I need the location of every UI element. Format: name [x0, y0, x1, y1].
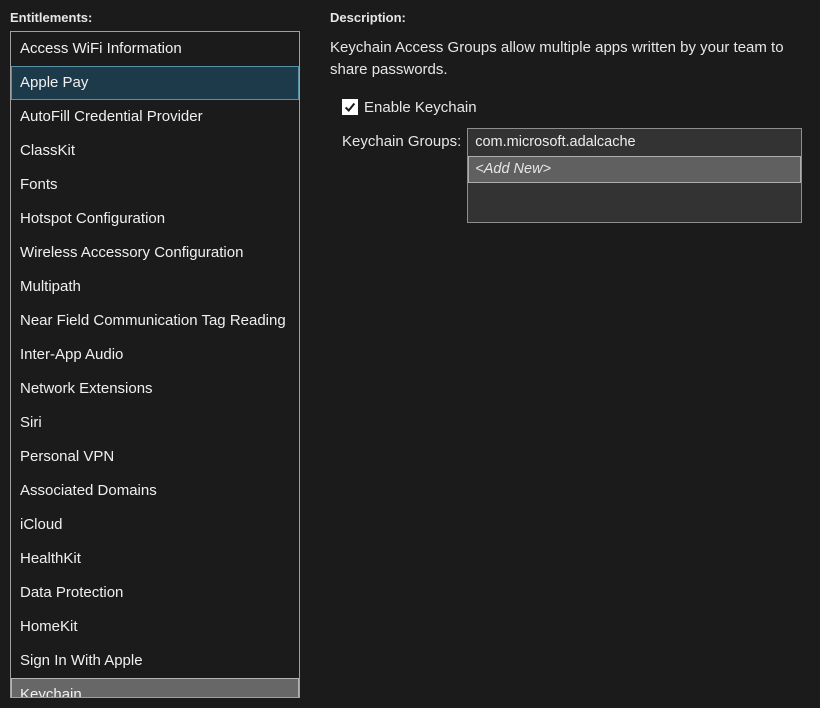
entitlement-item[interactable]: Fonts: [11, 168, 299, 202]
entitlement-item[interactable]: Keychain: [11, 678, 299, 698]
entitlement-item-label: Apple Pay: [20, 74, 88, 91]
description-header: Description:: [330, 8, 810, 31]
entitlement-item[interactable]: Personal VPN: [11, 440, 299, 474]
entitlement-item[interactable]: iCloud: [11, 508, 299, 542]
entitlement-item-label: Keychain: [20, 686, 82, 698]
entitlement-item-label: Near Field Communication Tag Reading: [20, 312, 286, 329]
entitlement-item[interactable]: Data Protection: [11, 576, 299, 610]
entitlements-list[interactable]: Access WiFi Information Apple Pay AutoFill…: [10, 31, 300, 698]
entitlements-pane: Entitlements: Access WiFi Information App…: [10, 8, 300, 698]
entitlement-item[interactable]: Near Field Communication Tag Reading: [11, 304, 299, 338]
entitlement-item[interactable]: HomeKit: [11, 610, 299, 644]
enable-keychain-checkbox[interactable]: [342, 99, 358, 115]
entitlement-item-label: Personal VPN: [20, 448, 114, 465]
entitlement-item-label: Hotspot Configuration: [20, 210, 165, 227]
keychain-group-row[interactable]: com.microsoft.adalcache: [468, 129, 801, 156]
entitlement-item[interactable]: Wireless Accessory Configuration: [11, 236, 299, 270]
entitlement-item[interactable]: Inter-App Audio: [11, 338, 299, 372]
entitlement-item-label: Access WiFi Information: [20, 40, 182, 57]
entitlement-item-label: Associated Domains: [20, 482, 157, 499]
entitlement-item-label: Fonts: [20, 176, 58, 193]
entitlement-item-label: Wireless Accessory Configuration: [20, 244, 243, 261]
entitlement-item[interactable]: Multipath: [11, 270, 299, 304]
entitlement-item-label: Sign In With Apple: [20, 652, 143, 669]
keychain-groups-grid[interactable]: com.microsoft.adalcache<Add New>: [467, 128, 802, 223]
entitlement-item-label: Siri: [20, 414, 42, 431]
description-text: Keychain Access Groups allow multiple ap…: [330, 37, 810, 81]
entitlement-item[interactable]: ClassKit: [11, 134, 299, 168]
entitlement-item[interactable]: Hotspot Configuration: [11, 202, 299, 236]
entitlement-item-label: ClassKit: [20, 142, 75, 159]
entitlement-item[interactable]: Network Extensions: [11, 372, 299, 406]
entitlement-item[interactable]: Associated Domains: [11, 474, 299, 508]
entitlement-item-label: HealthKit: [20, 550, 81, 567]
entitlement-item-label: iCloud: [20, 516, 63, 533]
keychain-groups-label: Keychain Groups:: [342, 128, 467, 150]
entitlement-item-label: AutoFill Credential Provider: [20, 108, 203, 125]
entitlement-item-label: Multipath: [20, 278, 81, 295]
entitlement-item[interactable]: HealthKit: [11, 542, 299, 576]
root-container: Entitlements: Access WiFi Information App…: [0, 0, 820, 708]
entitlement-item[interactable]: AutoFill Credential Provider: [11, 100, 299, 134]
enable-keychain-row: Enable Keychain: [342, 99, 810, 116]
keychain-groups-row: Keychain Groups: com.microsoft.adalcache…: [342, 128, 810, 223]
entitlement-item-label: Network Extensions: [20, 380, 153, 397]
entitlement-item[interactable]: Apple Pay: [11, 66, 299, 100]
entitlement-item[interactable]: Sign In With Apple: [11, 644, 299, 678]
entitlement-item-label: Data Protection: [20, 584, 123, 601]
entitlements-header: Entitlements:: [10, 8, 300, 31]
entitlement-item-label: Inter-App Audio: [20, 346, 123, 363]
entitlement-item-label: HomeKit: [20, 618, 78, 635]
checkmark-icon: [343, 100, 357, 114]
enable-keychain-label: Enable Keychain: [364, 99, 477, 116]
keychain-group-add-new[interactable]: <Add New>: [468, 156, 801, 183]
entitlement-item[interactable]: Access WiFi Information: [11, 32, 299, 66]
entitlement-item[interactable]: Siri: [11, 406, 299, 440]
description-pane: Description: Keychain Access Groups allo…: [300, 8, 810, 698]
